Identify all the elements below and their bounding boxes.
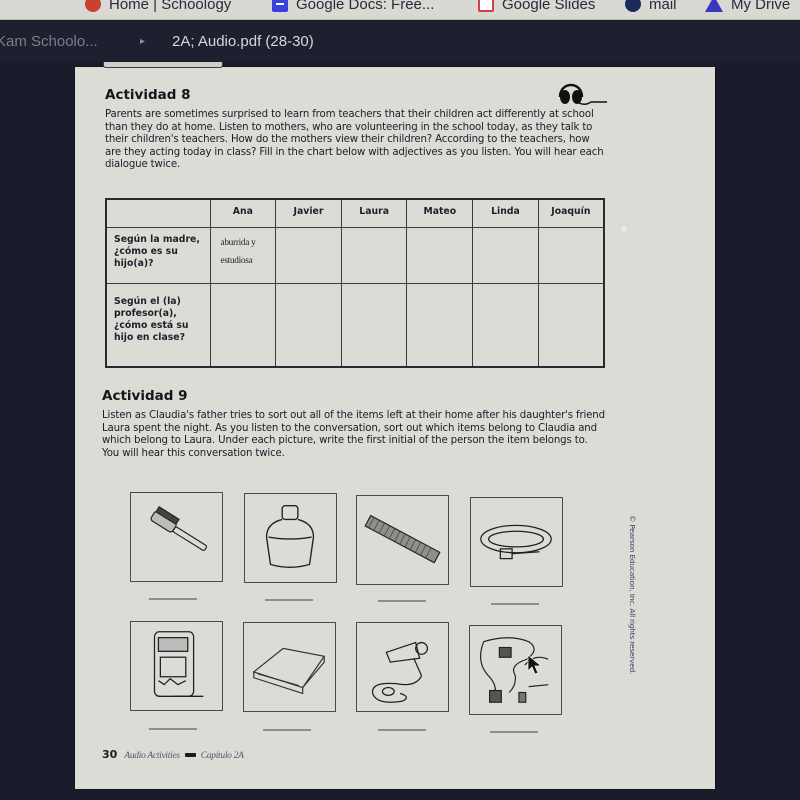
music-player-icon: [153, 631, 204, 697]
copyright-notice: © Pearson Education, Inc. All rights res…: [628, 515, 637, 675]
google-drive-icon: [705, 0, 723, 12]
row-label: Según el (la) profesor(a), ¿cómo está su…: [105, 282, 211, 368]
table-cell[interactable]: aburrida y estudiosa: [209, 226, 277, 284]
table-cell[interactable]: [537, 226, 605, 284]
table-cell[interactable]: [340, 282, 408, 368]
google-slides-icon: [478, 0, 494, 12]
hair-dryer-icon: [371, 641, 429, 703]
hair-dryer-picture: [356, 622, 449, 712]
footer-book-title: Audio Activities: [124, 751, 180, 761]
hairbrush-icon: [150, 506, 208, 551]
answer-blank[interactable]: [149, 728, 197, 730]
bookmark-mail[interactable]: mail: [625, 0, 677, 15]
table-cell[interactable]: [472, 226, 539, 284]
perfume-bottle-icon: [265, 505, 315, 569]
footer-separator: [184, 753, 196, 757]
actividad-8-title: Actividad 8: [105, 87, 191, 103]
bookmark-label: Google Docs: Free...: [296, 0, 435, 13]
belt-picture: [470, 497, 563, 587]
table-cell[interactable]: [406, 282, 474, 368]
breadcrumb-chevron-icon: ▸: [140, 35, 146, 47]
bookmark-my-drive[interactable]: My Drive: [705, 0, 790, 15]
actividad-8-instructions: Parents are sometimes surprised to learn…: [105, 109, 604, 171]
screen-smudge: [618, 223, 630, 235]
footer-chapter: Capítulo 2A: [200, 751, 244, 761]
perfume-bottle-picture: [244, 493, 337, 583]
comb-icon: [364, 514, 441, 564]
breadcrumb-parent-folder[interactable]: Kam Schoolo...: [0, 33, 98, 50]
answer-blank[interactable]: [490, 731, 538, 733]
google-docs-icon: [272, 0, 288, 12]
table-cell[interactable]: [209, 282, 277, 368]
hairbrush-picture: [130, 492, 223, 582]
actividad-9-instructions: Listen as Claudia's father tries to sort…: [102, 410, 605, 459]
answer-blank[interactable]: [265, 599, 313, 601]
table-cell[interactable]: [406, 226, 474, 284]
file-title: 2A; Audio.pdf (28-30): [172, 32, 314, 50]
adjectives-chart: Ana Javier Laura Mateo Linda Joaquín Seg…: [105, 198, 605, 368]
table-cell[interactable]: [275, 282, 342, 368]
page-footer: 30 Audio Activities Capítulo 2A: [102, 748, 244, 761]
table-cell[interactable]: [472, 282, 539, 368]
column-header: Linda: [472, 198, 539, 228]
belt-icon: [480, 524, 552, 560]
answer-blank[interactable]: [378, 600, 426, 602]
towels-icon: [252, 647, 326, 695]
table-cell[interactable]: [275, 226, 342, 284]
bookmark-label: My Drive: [731, 0, 791, 13]
bookmarks-bar: Home | Schoology Google Docs: Free... Go…: [0, 0, 800, 20]
music-player-picture: [130, 621, 223, 711]
row-label: Según la madre, ¿cómo es su hijo(a)?: [105, 226, 211, 284]
viewer-header: Kam Schoolo... ▸ 2A; Audio.pdf (28-30): [0, 21, 800, 61]
bookmark-label: Google Slides: [502, 0, 596, 13]
comb-picture: [356, 495, 449, 585]
answer-blank[interactable]: [491, 603, 539, 605]
actividad-9-title: Actividad 9: [102, 388, 188, 404]
mouse-cursor-icon: [527, 654, 543, 675]
column-header: Laura: [340, 198, 408, 228]
answer-blank[interactable]: [149, 598, 197, 600]
page-number: 30: [102, 748, 118, 761]
table-corner: [105, 198, 211, 228]
headphones-icon: [558, 83, 607, 106]
pdf-page: Actividad 8 Parents are sometimes surpri…: [75, 62, 715, 789]
table-cell[interactable]: [537, 282, 605, 368]
towels-picture: [243, 622, 336, 712]
answer-blank[interactable]: [263, 729, 311, 731]
necklace-icon: [480, 637, 549, 703]
column-header: Ana: [209, 198, 277, 228]
bookmark-schoology[interactable]: Home | Schoology: [85, 0, 231, 15]
table-row: Según el (la) profesor(a), ¿cómo está su…: [105, 282, 605, 368]
bookmark-google-slides[interactable]: Google Slides: [478, 0, 595, 15]
necklace-picture: [469, 625, 562, 715]
column-header: Mateo: [406, 198, 474, 228]
bookmark-google-docs[interactable]: Google Docs: Free...: [272, 0, 434, 15]
bookmark-label: Home | Schoology: [109, 0, 232, 13]
schoology-icon: [85, 0, 101, 12]
bookmark-label: mail: [649, 0, 677, 13]
page-edge: [103, 62, 223, 68]
column-header: Javier: [275, 198, 342, 228]
column-header: Joaquín: [537, 198, 605, 228]
mail-icon: [625, 0, 641, 12]
table-row: Según la madre, ¿cómo es su hijo(a)? abu…: [105, 226, 605, 284]
answer-blank[interactable]: [378, 729, 426, 731]
table-cell[interactable]: [340, 226, 408, 284]
